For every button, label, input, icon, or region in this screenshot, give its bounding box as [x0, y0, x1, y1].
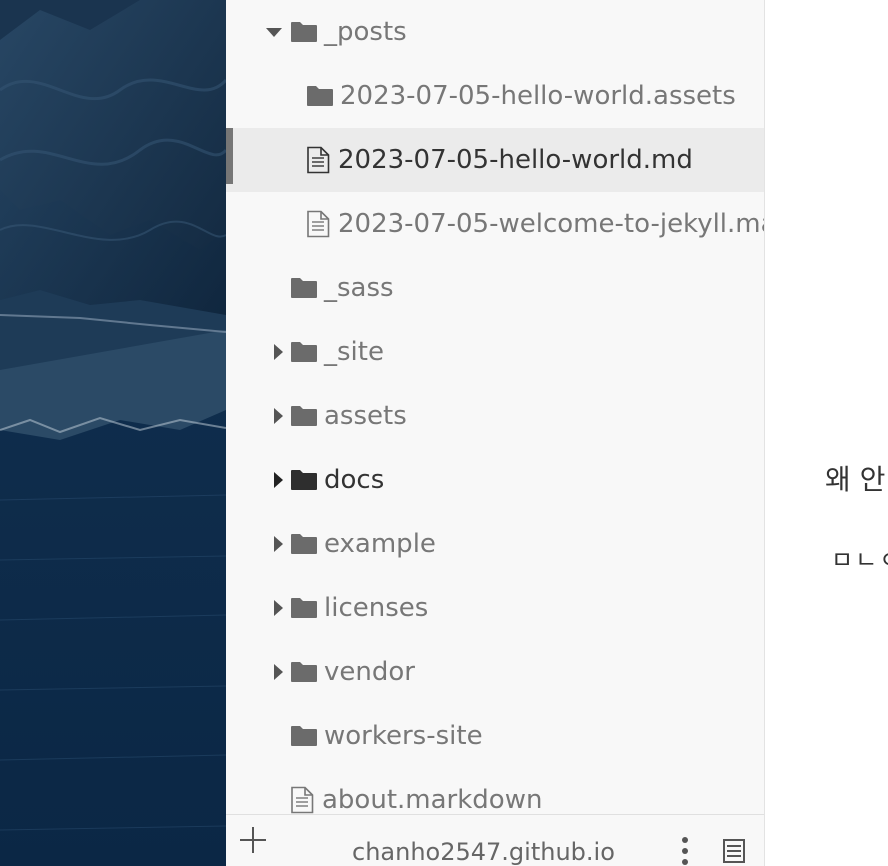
sidebar-footer: chanho2547.github.io [226, 814, 764, 866]
caret-right-icon[interactable] [274, 600, 283, 616]
folder-icon [290, 341, 318, 367]
plus-icon[interactable] [240, 827, 266, 853]
folder-icon [290, 277, 318, 303]
editor-pane[interactable]: 왜 안 ㅁㄴㅇ [765, 0, 888, 866]
tree-file-item[interactable]: 2023-07-05-hello-world.md [226, 128, 764, 192]
tree-folder-item[interactable]: vendor [226, 640, 764, 704]
tree-item-label: vendor [324, 657, 415, 687]
file-text-icon [306, 210, 330, 242]
tree-file-item[interactable]: 2023-07-05-welcome-to-jekyll.markdown [226, 192, 764, 256]
tree-item-label: 2023-07-05-hello-world.md [338, 145, 693, 175]
folder-name[interactable]: chanho2547.github.io [352, 815, 615, 866]
caret-down-icon[interactable] [266, 28, 282, 37]
tree-folder-item[interactable]: 2023-07-05-hello-world.assets [226, 64, 764, 128]
tree-item-label: licenses [324, 593, 429, 623]
folder-icon [290, 725, 318, 751]
file-tree: _posts 2023-07-05-hello-world.assets 2023-… [226, 0, 764, 814]
folder-icon [290, 405, 318, 431]
folder-icon [290, 597, 318, 623]
editor-text-line[interactable]: 왜 안 [825, 458, 885, 498]
tree-item-label: 2023-07-05-welcome-to-jekyll.markdown [338, 209, 764, 239]
caret-right-icon[interactable] [274, 536, 283, 552]
tree-item-label: assets [324, 401, 407, 431]
tree-item-label: 2023-07-05-hello-world.assets [340, 81, 736, 111]
folder-icon [290, 661, 318, 687]
folder-icon [290, 469, 318, 495]
desktop-wallpaper [0, 0, 226, 866]
tree-folder-item[interactable]: licenses [226, 576, 764, 640]
caret-right-icon[interactable] [274, 408, 283, 424]
editor-text-line[interactable]: ㅁㄴㅇ [831, 540, 888, 575]
tree-item-label: workers-site [324, 721, 483, 751]
tree-file-item[interactable]: about.markdown [226, 768, 764, 814]
file-text-icon [306, 146, 330, 178]
tree-folder-item[interactable]: _sass [226, 256, 764, 320]
file-text-icon [290, 786, 314, 814]
caret-right-icon[interactable] [274, 664, 283, 680]
folder-icon [290, 21, 318, 47]
tree-item-label: about.markdown [322, 785, 543, 814]
file-tree-sidebar: _posts 2023-07-05-hello-world.assets 2023-… [226, 0, 765, 866]
caret-right-icon[interactable] [274, 344, 283, 360]
tree-folder-item[interactable]: assets [226, 384, 764, 448]
folder-icon [290, 533, 318, 559]
tree-folder-item[interactable]: _site [226, 320, 764, 384]
tree-item-label: example [324, 529, 436, 559]
tree-item-label: docs [324, 465, 385, 495]
folder-icon [306, 85, 334, 111]
tree-item-label: _posts [324, 17, 407, 47]
caret-right-icon[interactable] [274, 472, 283, 488]
tree-folder-item[interactable]: _posts [226, 0, 764, 64]
outline-list-icon[interactable] [723, 839, 745, 863]
more-vertical-icon[interactable] [682, 837, 688, 866]
tree-item-label: _sass [324, 273, 394, 303]
tree-folder-item[interactable]: workers-site [226, 704, 764, 768]
tree-folder-item[interactable]: docs [226, 448, 764, 512]
tree-item-label: _site [324, 337, 384, 367]
tree-folder-item[interactable]: example [226, 512, 764, 576]
